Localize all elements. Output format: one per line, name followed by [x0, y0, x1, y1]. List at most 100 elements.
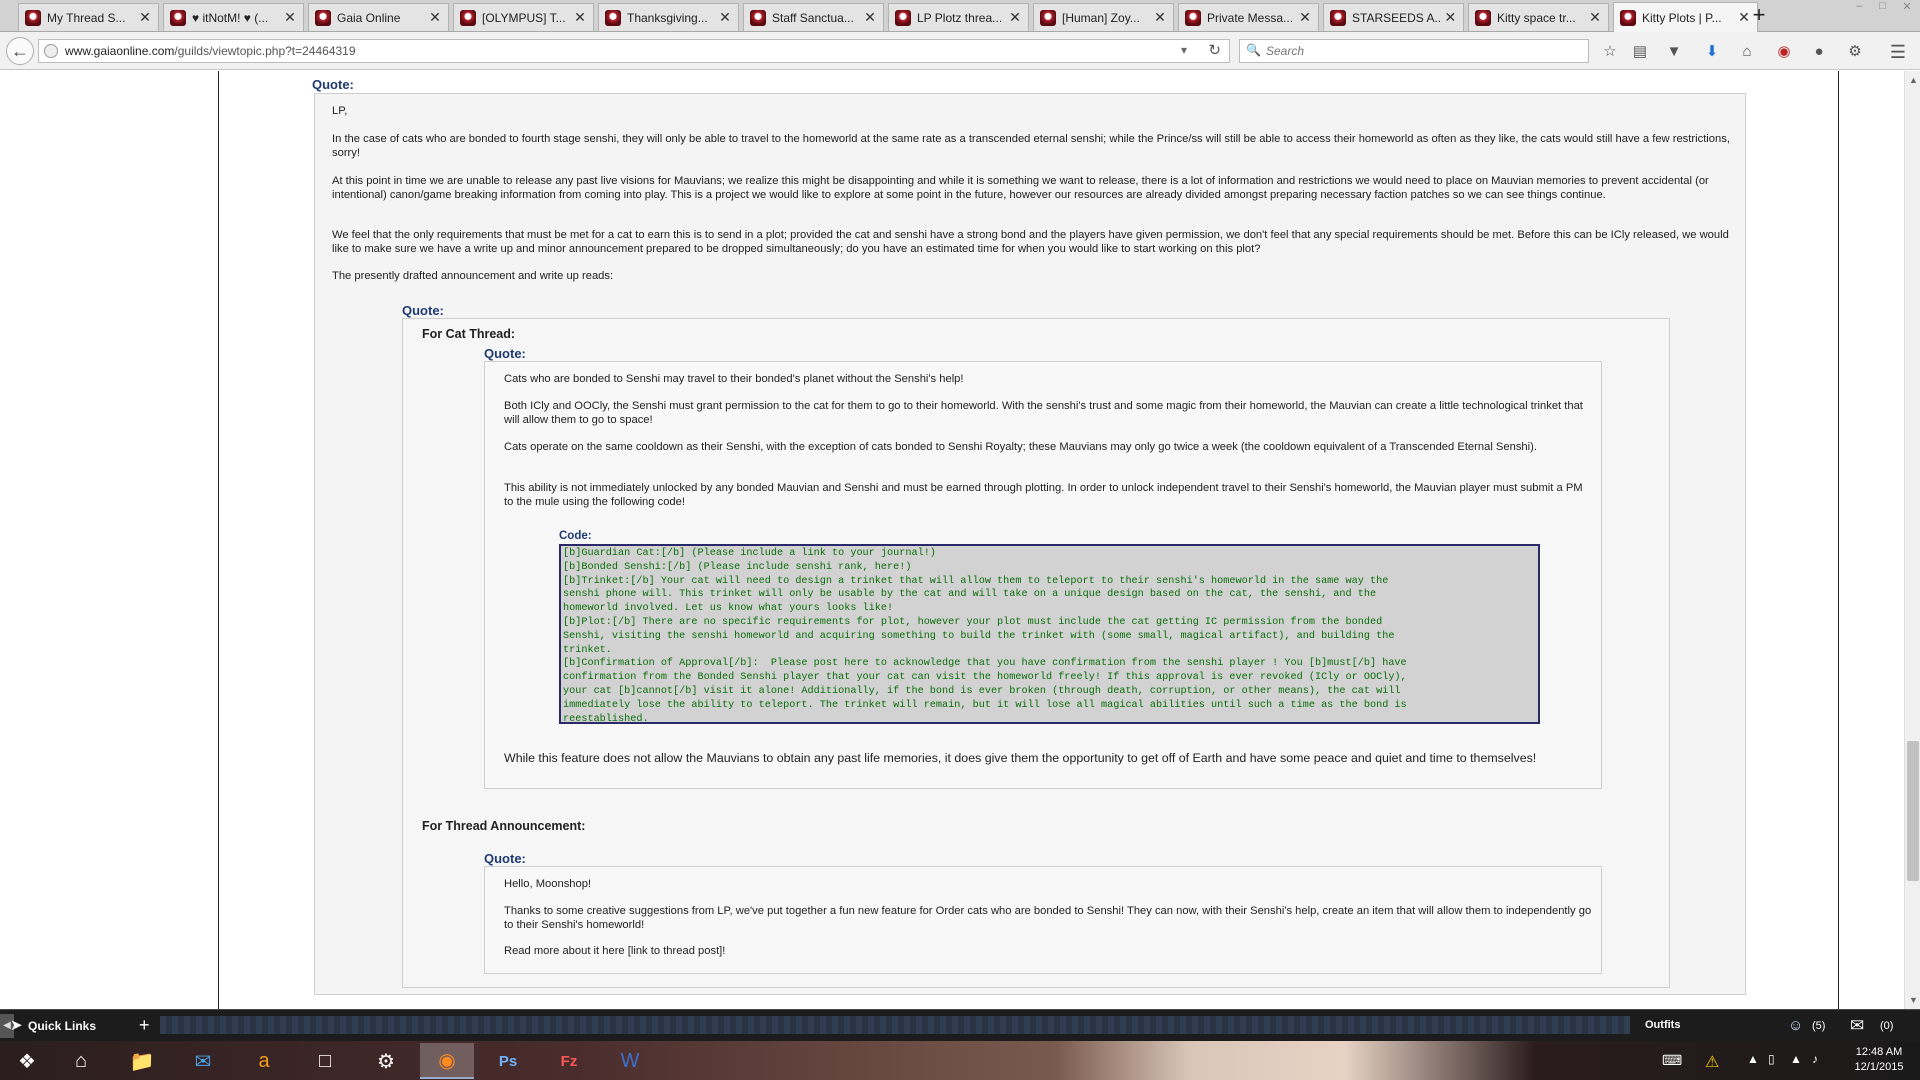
browser-tab[interactable]: Private Messa... ✕: [1178, 3, 1319, 31]
tab-close-icon[interactable]: ✕: [1588, 9, 1602, 26]
pocket-icon[interactable]: ▼: [1664, 42, 1684, 62]
code-line: [b]Confirmation of Approval[/b]: Please …: [563, 658, 1407, 670]
tab-close-icon[interactable]: ✕: [138, 9, 152, 26]
tab-label: Kitty space tr...: [1497, 10, 1576, 25]
firefox-icon[interactable]: ◉: [420, 1043, 474, 1079]
browser-tab[interactable]: STARSEEDS A... ✕: [1323, 3, 1464, 31]
tab-label: My Thread S...: [47, 10, 126, 25]
file-explorer-icon[interactable]: 📁: [115, 1043, 169, 1079]
quote-label: Quote:: [484, 851, 526, 866]
network-icon[interactable]: ⚙: [359, 1043, 413, 1079]
settings-extension-icon[interactable]: ⚙: [1845, 42, 1865, 62]
right-border: [1838, 71, 1839, 1009]
quick-links-icon[interactable]: ➤: [10, 1016, 23, 1034]
browser-tab[interactable]: [OLYMPUS] T... ✕: [453, 3, 594, 31]
tab-close-icon[interactable]: ✕: [1444, 9, 1457, 26]
site-identity-icon[interactable]: [44, 44, 58, 58]
keyboard-icon[interactable]: ⌨: [1662, 1052, 1682, 1069]
tab-label: ♥ itNotM! ♥ (...: [192, 10, 269, 25]
code-line: immediately lose the ability to teleport…: [563, 699, 1407, 711]
footer-pattern: [160, 1016, 1630, 1034]
search-engine-icon[interactable]: 🔍: [1246, 43, 1261, 57]
url-bar[interactable]: www.gaiaonline.com/guilds/viewtopic.php?…: [38, 39, 1230, 63]
new-tab-button[interactable]: +: [1746, 4, 1772, 28]
menu-icon[interactable]: ☰: [1888, 42, 1908, 62]
document-icon[interactable]: □: [298, 1043, 352, 1079]
maximize-icon[interactable]: □: [1879, 0, 1886, 20]
minimize-icon[interactable]: –: [1856, 0, 1862, 20]
tab-label: Gaia Online: [337, 10, 401, 25]
announcement-heading: For Thread Announcement:: [422, 819, 586, 833]
close-window-icon[interactable]: ✕: [1902, 0, 1911, 20]
tab-favicon-icon: [1620, 9, 1636, 26]
tab-close-icon[interactable]: ✕: [718, 9, 732, 26]
tablet-icon[interactable]: ▯: [1768, 1052, 1775, 1066]
windows-taskbar: ❖ ⌂ 📁 ✉ a □ ⚙ ◉ Ps Fz W ⌨ ⚠ ▲ ▯ ▲ ♪ 12:4…: [0, 1041, 1920, 1080]
network-signal-icon[interactable]: ▲: [1790, 1052, 1802, 1066]
add-link-button[interactable]: +: [139, 1015, 150, 1036]
tab-close-icon[interactable]: ✕: [283, 9, 297, 26]
reading-list-icon[interactable]: ▤: [1630, 42, 1650, 62]
mail-count: (0): [1880, 1020, 1894, 1032]
tab-favicon-icon: [895, 9, 911, 26]
tab-label: [OLYMPUS] T...: [482, 10, 566, 25]
browser-tab[interactable]: My Thread S... ✕: [18, 3, 159, 31]
tray-expand-icon[interactable]: ▲: [1747, 1052, 1759, 1066]
code-line: [b]Trinket:[/b] Your cat will need to de…: [563, 575, 1389, 587]
browser-tab[interactable]: Staff Sanctua... ✕: [743, 3, 884, 31]
page-scrollbar[interactable]: ▲ ▼: [1904, 71, 1920, 1009]
filezilla-icon[interactable]: Fz: [542, 1043, 596, 1079]
gaia-footer-bar: ◀ ➤ Quick Links + Outfits ☺ (5) ✉ (0): [0, 1009, 1920, 1041]
downloads-icon[interactable]: ⬇: [1702, 42, 1722, 62]
code-line: trinket.: [563, 644, 612, 656]
mail-app-icon[interactable]: ✉: [176, 1043, 230, 1079]
tab-label: [Human] Zoy...: [1062, 10, 1140, 25]
search-bar[interactable]: 🔍: [1239, 39, 1589, 63]
browser-tab[interactable]: ♥ itNotM! ♥ (... ✕: [163, 3, 304, 31]
back-button[interactable]: ←: [6, 37, 34, 65]
tab-label: Thanksgiving...: [627, 10, 708, 25]
extension-icon[interactable]: ◉: [1774, 42, 1794, 62]
browser-tab[interactable]: Kitty space tr... ✕: [1468, 3, 1609, 31]
browser-tab[interactable]: LP Plotz threa... ✕: [888, 3, 1029, 31]
home-icon[interactable]: ⌂: [54, 1043, 108, 1079]
friends-icon[interactable]: ☺: [1788, 1017, 1803, 1034]
back-arrow-icon: ←: [11, 41, 29, 61]
tab-close-icon[interactable]: ✕: [428, 9, 442, 26]
code-line: senshi phone will. This trinket will onl…: [563, 589, 1377, 601]
bookmark-star-icon[interactable]: ☆: [1600, 42, 1620, 62]
tab-close-icon[interactable]: ✕: [1298, 9, 1312, 26]
browser-tab[interactable]: Gaia Online ✕: [308, 3, 449, 31]
amazon-icon[interactable]: a: [237, 1043, 291, 1079]
code-block[interactable]: [b]Guardian Cat:[/b] (Please include a l…: [559, 544, 1540, 724]
scrollbar-thumb[interactable]: [1907, 741, 1919, 881]
quick-links-button[interactable]: Quick Links: [28, 1019, 96, 1033]
tab-favicon-icon: [25, 9, 41, 26]
tab-close-icon[interactable]: ✕: [863, 9, 877, 26]
scroll-up-icon[interactable]: ▲: [1909, 75, 1918, 85]
clock-date: 12/1/2015: [1854, 1061, 1904, 1073]
word-icon[interactable]: W: [603, 1043, 657, 1079]
mail-icon[interactable]: ✉: [1850, 1016, 1864, 1036]
notification-warning-icon[interactable]: ⚠: [1705, 1052, 1719, 1072]
tab-close-icon[interactable]: ✕: [573, 9, 587, 26]
left-border: [218, 71, 219, 1009]
friends-count: (5): [1812, 1020, 1826, 1032]
browser-tab[interactable]: [Human] Zoy... ✕: [1033, 3, 1174, 31]
tab-close-icon[interactable]: ✕: [1008, 9, 1022, 26]
tab-close-icon[interactable]: ✕: [1153, 9, 1167, 26]
url-dropdown-icon[interactable]: ▾: [1181, 43, 1187, 57]
volume-icon[interactable]: ♪: [1812, 1052, 1818, 1066]
start-button[interactable]: ❖: [0, 1043, 54, 1079]
reload-icon[interactable]: ↻: [1208, 41, 1221, 59]
post-paragraph: The presently drafted announcement and w…: [332, 270, 614, 282]
photoshop-icon[interactable]: Ps: [481, 1043, 535, 1079]
browser-tab[interactable]: Kitty Plots | P... ✕: [1613, 2, 1758, 32]
scroll-down-icon[interactable]: ▼: [1909, 995, 1918, 1005]
outfits-button[interactable]: Outfits: [1645, 1019, 1680, 1031]
search-input[interactable]: [1266, 43, 1576, 59]
home-icon[interactable]: ⌂: [1737, 42, 1757, 62]
browser-tab[interactable]: Thanksgiving... ✕: [598, 3, 739, 31]
chat-icon[interactable]: ●: [1809, 42, 1829, 62]
system-clock[interactable]: 12:48 AM 12/1/2015: [1842, 1045, 1916, 1075]
